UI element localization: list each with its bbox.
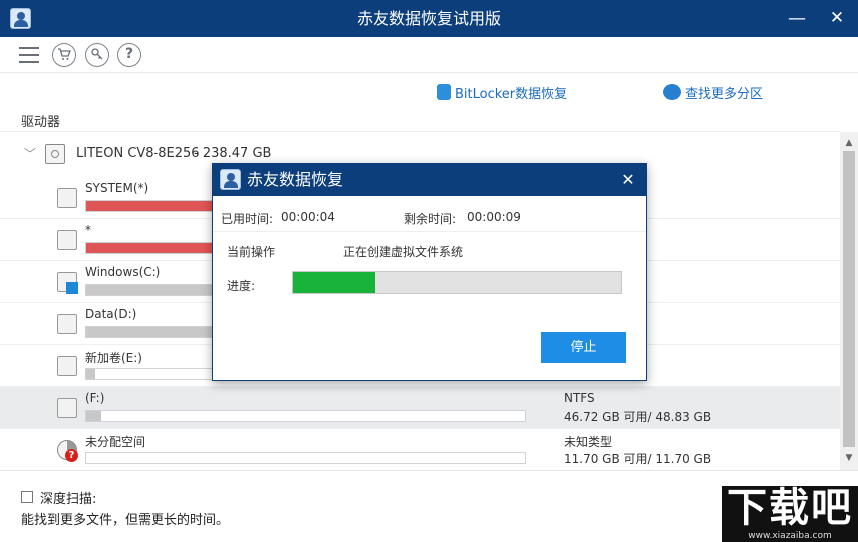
partition-row[interactable]: 未分配空间 未知类型 11.70 GB 可用/ 11.70 GB: [0, 429, 840, 471]
unallocated-pie-icon: [57, 440, 78, 462]
help-icon[interactable]: ?: [117, 43, 141, 67]
vertical-scrollbar[interactable]: ▲ ▼: [840, 132, 858, 470]
scrollbar-thumb[interactable]: [843, 151, 855, 447]
window-title: 赤友数据恢复试用版: [356, 9, 501, 28]
recovery-progress-dialog: 赤友数据恢复 ✕ 已用时间: 00:00:04 剩余时间: 00:00:09 当…: [212, 163, 647, 381]
usage-bar-fill: [86, 369, 95, 379]
drive-name: LITEON CV8-8E256: [76, 146, 200, 161]
disk-icon: [57, 230, 77, 250]
watermark-url: www.xiazaiba.com: [748, 531, 832, 541]
toolbar: ?: [0, 37, 858, 73]
partition-row[interactable]: (F:) NTFS 46.72 GB 可用/ 48.83 GB: [0, 387, 840, 429]
remaining-time-label: 剩余时间:: [404, 212, 457, 226]
chevron-down-icon[interactable]: ﹀: [24, 145, 36, 162]
partition-name: 新加卷(E:): [85, 351, 142, 365]
deep-scan-description: 能找到更多文件，但需更长的时间。: [21, 513, 230, 528]
dialog-close-button[interactable]: ✕: [614, 164, 642, 196]
partition-name: 未分配空间: [85, 435, 146, 449]
usage-bar-fill: [86, 327, 218, 337]
disk-icon: [57, 398, 77, 418]
divider: [0, 131, 840, 132]
current-operation-value: 正在创建虚拟文件系统: [343, 245, 464, 259]
bitlocker-recovery-link[interactable]: BitLocker数据恢复: [437, 84, 567, 104]
minimize-button[interactable]: —: [779, 0, 815, 37]
partition-name: Windows(C:): [85, 265, 161, 279]
windows-disk-icon: [57, 272, 78, 294]
lock-icon: [437, 84, 451, 100]
drive-size: - 238.47 GB: [194, 146, 272, 161]
progress-label: 进度:: [227, 279, 256, 293]
drives-section-title: 驱动器: [21, 115, 61, 130]
dialog-title-bar: 赤友数据恢复 ✕: [213, 164, 646, 196]
close-button[interactable]: ✕: [819, 0, 855, 37]
file-system: 未知类型: [564, 435, 613, 449]
bitlocker-link-label: BitLocker数据恢复: [455, 87, 568, 102]
cart-icon[interactable]: [52, 43, 76, 67]
dialog-title: 赤友数据恢复: [247, 170, 344, 189]
title-bar: 赤友数据恢复试用版 — ✕: [0, 0, 858, 37]
globe-search-icon: [663, 84, 681, 100]
elapsed-time-label: 已用时间:: [221, 212, 274, 226]
deep-scan-label: 深度扫描:: [40, 492, 97, 507]
divider: [0, 470, 858, 471]
elapsed-time-value: 00:00:04: [281, 210, 335, 224]
partition-name: Data(D:): [85, 307, 137, 321]
hamburger-menu-icon[interactable]: [17, 43, 41, 67]
stop-button[interactable]: 停止: [541, 332, 626, 363]
disk-icon: [57, 188, 77, 208]
find-partitions-link-label: 查找更多分区: [685, 87, 764, 102]
remaining-time-value: 00:00:09: [467, 210, 521, 224]
partition-name: (F:): [85, 391, 105, 405]
progress-bar-fill: [293, 272, 375, 293]
usage-bar: [85, 410, 526, 422]
partition-name: *: [85, 223, 91, 237]
usage-bar-fill: [86, 285, 218, 295]
partition-name: SYSTEM(*): [85, 181, 149, 195]
scroll-down-arrow-icon[interactable]: ▼: [840, 450, 858, 466]
watermark-logo: 下载吧 www.xiazaiba.com: [722, 486, 858, 542]
usage-bar: [85, 452, 526, 464]
find-more-partitions-link[interactable]: 查找更多分区: [663, 84, 763, 104]
progress-bar: [292, 271, 622, 294]
file-system: NTFS: [564, 391, 595, 405]
hard-drive-icon: [45, 144, 65, 164]
app-logo-icon: [220, 169, 241, 190]
current-operation-label: 当前操作: [227, 245, 276, 259]
disk-icon: [57, 314, 77, 334]
key-icon[interactable]: [85, 43, 109, 67]
usage-bar-fill: [86, 411, 102, 421]
scroll-up-arrow-icon[interactable]: ▲: [840, 135, 858, 151]
divider: [213, 231, 646, 232]
disk-icon: [57, 356, 77, 376]
watermark-text: 下载吧: [727, 485, 853, 531]
deep-scan-checkbox[interactable]: [21, 491, 33, 503]
partition-size: 46.72 GB 可用/ 48.83 GB: [564, 410, 712, 424]
partition-size: 11.70 GB 可用/ 11.70 GB: [564, 452, 712, 466]
